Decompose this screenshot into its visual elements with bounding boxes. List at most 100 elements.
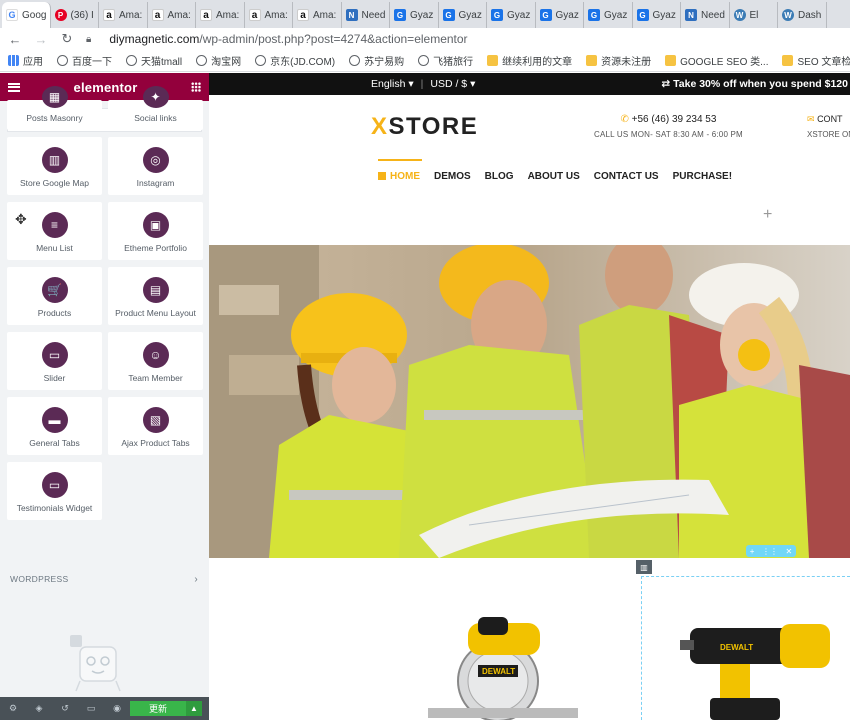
settings-icon[interactable]: ⚙ bbox=[0, 697, 26, 720]
rotary-hammer-product-image[interactable]: DEWALT bbox=[680, 608, 850, 720]
update-button[interactable]: 更新 bbox=[130, 701, 186, 716]
tab-favicon-icon: a bbox=[248, 9, 261, 21]
phone-contact: ✆ +56 (46) 39 234 53 CALL US MON- SAT 8:… bbox=[594, 114, 743, 139]
widgets-grid-icon[interactable] bbox=[191, 82, 201, 92]
browser-tab[interactable]: a Ama: bbox=[148, 2, 196, 28]
bookmark-label: 淘宝网 bbox=[211, 57, 242, 68]
bookmark-item[interactable]: 资源未注册 bbox=[586, 53, 651, 68]
widget-tile[interactable]: ▧ Ajax Product Tabs bbox=[108, 397, 203, 455]
bookmark-item[interactable]: 飞猪旅行 bbox=[418, 53, 473, 68]
add-element-plus-icon[interactable]: + bbox=[763, 206, 772, 224]
tab-favicon-icon: G bbox=[394, 9, 406, 21]
address-bar-row: ← → ↻ 🔒︎ diymagnetic.com/wp-admin/post.p… bbox=[0, 28, 850, 50]
browser-tab[interactable]: a Ama: bbox=[196, 2, 245, 28]
browser-tab[interactable]: a Ama: bbox=[99, 2, 148, 28]
browser-tab[interactable]: P (36) I bbox=[51, 2, 99, 28]
url-field[interactable]: diymagnetic.com/wp-admin/post.php?post=4… bbox=[109, 32, 467, 46]
nav-item[interactable]: CONTACT US bbox=[594, 159, 659, 182]
widget-label: Social links bbox=[134, 113, 177, 123]
bookmark-item[interactable]: 淘宝网 bbox=[196, 53, 241, 68]
browser-tab[interactable]: a Ama: bbox=[293, 2, 342, 28]
bookmark-item[interactable]: GOOGLE SEO 类... bbox=[665, 53, 768, 68]
tab-title: Ama: bbox=[264, 9, 288, 21]
tab-title: Ama: bbox=[216, 9, 240, 21]
envelope-icon: ✉ bbox=[807, 114, 815, 124]
browser-tab[interactable]: G Gyaz bbox=[536, 2, 584, 28]
widget-tile[interactable]: ▬ General Tabs bbox=[7, 397, 102, 455]
browser-tab[interactable]: G Goog bbox=[2, 2, 51, 28]
truck-icon: ⇄ bbox=[661, 78, 671, 90]
bookmark-item[interactable]: 继续利用的文章 bbox=[487, 53, 572, 68]
bookmark-item[interactable]: SEO 文章检查器 bbox=[782, 53, 850, 68]
nav-item[interactable]: PURCHASE! bbox=[673, 159, 732, 182]
bookmark-item[interactable]: 百度一下 bbox=[57, 53, 112, 68]
nav-item[interactable]: HOME bbox=[378, 159, 422, 182]
close-icon[interactable]: ✕ bbox=[786, 547, 793, 556]
bookmark-label: 苏宁易购 bbox=[364, 57, 405, 68]
responsive-icon[interactable]: ▭ bbox=[78, 697, 104, 720]
bookmark-label: 百度一下 bbox=[72, 57, 112, 68]
widget-tile[interactable]: ▥ Store Google Map bbox=[7, 137, 102, 195]
tab-favicon-icon: G bbox=[491, 9, 503, 21]
chevron-up-icon[interactable]: ▲ bbox=[186, 701, 202, 716]
back-icon[interactable]: ← bbox=[8, 32, 22, 47]
drag-handle-icon[interactable]: ⋮⋮ bbox=[762, 547, 778, 556]
widget-tile[interactable]: ▭ Slider bbox=[7, 332, 102, 390]
widget-label: Product Menu Layout bbox=[115, 308, 196, 318]
widget-tile[interactable]: ▦ Posts Masonry bbox=[7, 86, 102, 130]
history-icon[interactable]: ↺ bbox=[52, 697, 78, 720]
reload-icon[interactable]: ↻ bbox=[60, 31, 74, 47]
portfolio-icon: ▣ bbox=[142, 212, 169, 238]
bookmark-item[interactable]: 应用 bbox=[8, 53, 43, 68]
wordpress-category-toggle[interactable]: WORDPRESS › bbox=[10, 574, 198, 585]
browser-tab[interactable]: G Gyaz bbox=[633, 2, 681, 28]
bookmark-item[interactable]: 苏宁易购 bbox=[349, 53, 404, 68]
phone-icon: ✆ bbox=[620, 114, 629, 125]
browser-tab-strip: G Goog P (36) Ia Ama: a Ama: a Ama: a Ama: a Ama: N Ne… bbox=[0, 0, 850, 28]
folder-icon bbox=[782, 55, 794, 66]
column-handle-icon[interactable]: ▥ bbox=[636, 560, 652, 574]
bookmark-item[interactable]: 京东(JD.COM) bbox=[255, 53, 335, 68]
browser-tab[interactable]: N Need bbox=[342, 2, 390, 28]
browser-tab[interactable]: a Ama: bbox=[245, 2, 293, 28]
section-controls[interactable]: + ⋮⋮ ✕ bbox=[746, 545, 796, 557]
forward-icon[interactable]: → bbox=[34, 32, 48, 47]
widget-tile[interactable]: 🛒 Products bbox=[7, 267, 102, 325]
browser-tab[interactable]: N Need bbox=[681, 2, 730, 28]
circular-saw-product-image[interactable]: DEWALT bbox=[418, 613, 588, 720]
chevron-right-icon: › bbox=[194, 574, 198, 585]
widget-tile[interactable]: ☺ Team Member bbox=[108, 332, 203, 390]
browser-tab[interactable]: W El bbox=[730, 2, 778, 28]
site-logo[interactable]: XSTORE bbox=[371, 113, 478, 141]
widget-tile[interactable]: ▣ Etheme Portfolio bbox=[108, 202, 203, 260]
browser-tab[interactable]: G Gyaz bbox=[439, 2, 487, 28]
add-section-icon[interactable]: + bbox=[750, 547, 755, 556]
widget-label: Testimonials Widget bbox=[16, 503, 93, 513]
browser-tab[interactable]: G Gyaz bbox=[487, 2, 536, 28]
browser-tab[interactable]: W Dash bbox=[778, 2, 827, 28]
nav-item[interactable]: DEMOS bbox=[434, 159, 471, 182]
browser-tab[interactable]: G Gyaz bbox=[584, 2, 633, 28]
nav-item[interactable]: ABOUT US bbox=[528, 159, 580, 182]
browser-tab[interactable]: G Gyaz bbox=[390, 2, 439, 28]
widget-tile[interactable]: ▤ Product Menu Layout bbox=[108, 267, 203, 325]
currency-select[interactable]: USD / $ ▾ bbox=[430, 78, 475, 90]
hamburger-menu-icon[interactable] bbox=[8, 82, 20, 92]
menu-list-icon: ≡ bbox=[41, 212, 68, 238]
widget-tile[interactable]: ◎ Instagram bbox=[108, 137, 203, 195]
widget-tile[interactable]: ✦ Social links bbox=[108, 86, 203, 130]
bookmark-label: SEO 文章检查器 bbox=[797, 57, 850, 68]
navigator-icon[interactable]: ◈ bbox=[26, 697, 52, 720]
tab-favicon-icon: N bbox=[345, 9, 358, 21]
nav-item[interactable]: BLOG bbox=[485, 159, 514, 182]
widget-tile[interactable]: ▭ Testimonials Widget bbox=[7, 462, 102, 520]
language-select[interactable]: English ▾ bbox=[371, 78, 414, 90]
preview-eye-icon[interactable]: ◉ bbox=[104, 697, 130, 720]
ajax-tabs-icon: ▧ bbox=[142, 407, 169, 433]
bookmarks-bar: 应用 百度一下 天猫tmall 淘宝网 京东(JD.COM) 苏宁易购 飞猪旅行 继续利用的文… bbox=[0, 50, 850, 72]
bookmark-item[interactable]: 天猫tmall bbox=[126, 53, 182, 68]
nav-label: CONTACT US bbox=[593, 171, 659, 182]
home-icon bbox=[378, 172, 386, 180]
widget-label: Ajax Product Tabs bbox=[121, 438, 190, 448]
elementor-panel: elementor ▦ Posts Masonry ✦ Social links ▥ St… bbox=[0, 73, 209, 720]
